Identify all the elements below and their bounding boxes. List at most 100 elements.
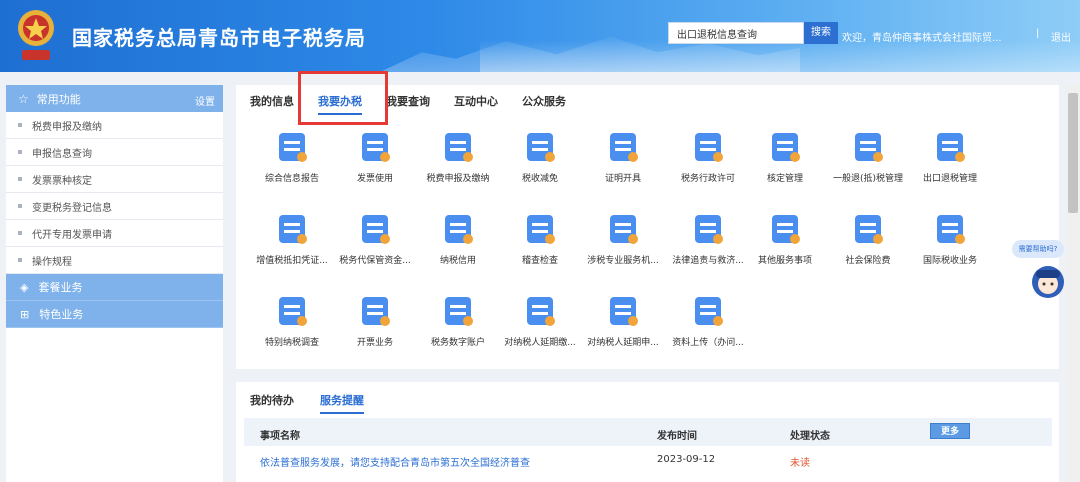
function-tile-label: 开票业务 [356, 338, 393, 348]
bullet-icon [18, 123, 22, 127]
more-button[interactable]: 更多 [930, 423, 970, 439]
function-tile[interactable]: 税费申报及缴纳 [416, 129, 500, 184]
function-tile-label: 出口退税管理 [922, 174, 977, 184]
sidebar-item[interactable]: 税费申报及缴纳 [6, 112, 223, 139]
function-tile-label: 国际税收业务 [922, 256, 977, 266]
grid-icon: ⊞ [20, 307, 30, 321]
globe-icon [937, 215, 965, 244]
license-icon [695, 133, 723, 162]
function-tile[interactable]: 稽查检查 [498, 211, 582, 266]
function-tile-label: 对纳税人延期申... [587, 338, 659, 348]
row-date: 2023-09-12 [657, 454, 716, 465]
sidebar-group-package[interactable]: ◈ 套餐业务 [6, 274, 223, 301]
scrollbar-thumb[interactable] [1068, 93, 1078, 213]
function-tile-label: 增值税抵扣凭证... [256, 256, 328, 266]
row-status: 未读 [790, 458, 810, 469]
assistant-avatar-icon[interactable] [1030, 264, 1066, 300]
column-header-name: 事项名称 [260, 431, 300, 442]
sidebar-item[interactable]: 变更税务登记信息 [6, 193, 223, 220]
function-tile-label: 纳税信用 [439, 256, 476, 266]
help-badge[interactable]: 需要帮助吗? [1012, 240, 1064, 258]
tab-query[interactable]: 我要查询 [386, 93, 430, 115]
row-title-link[interactable]: 依法普查服务发展，请您支持配合青岛市第五次全国经济普查 [260, 454, 530, 469]
export-refund-icon [937, 133, 965, 162]
function-tile[interactable]: 对纳税人延期缴... [498, 293, 582, 348]
function-tile[interactable]: 税务数字账户 [416, 293, 500, 348]
blocks-icon [772, 215, 800, 244]
briefcase-icon [610, 215, 638, 244]
sidebar-item-label: 操作规程 [32, 256, 72, 268]
bullet-icon [18, 231, 22, 235]
invoice-icon [362, 133, 390, 162]
function-tile[interactable]: 法律追责与救济... [666, 211, 750, 266]
function-tile[interactable]: 增值税抵扣凭证... [250, 211, 334, 266]
header-separator: | [1036, 28, 1040, 39]
function-tile-label: 证明开具 [604, 174, 641, 184]
delay-payment-icon [527, 297, 555, 326]
sidebar-item-label: 税费申报及缴纳 [32, 121, 102, 133]
digital-account-icon [445, 297, 473, 326]
search-input[interactable] [668, 22, 804, 44]
logout-link[interactable]: 退出 [1051, 29, 1071, 44]
sidebar-item[interactable]: 操作规程 [6, 247, 223, 274]
sidebar-item-label: 变更税务登记信息 [32, 202, 112, 214]
function-tile[interactable]: 社会保险费 [826, 211, 910, 266]
function-tile[interactable]: 税收减免 [498, 129, 582, 184]
function-tile[interactable]: 核定管理 [743, 129, 827, 184]
tax-relief-icon [527, 133, 555, 162]
tab-my-info[interactable]: 我的信息 [250, 93, 294, 115]
search-button[interactable]: 搜索 [804, 22, 838, 44]
function-tile[interactable]: 涉税专业服务机... [581, 211, 665, 266]
function-tile-label: 一般退(抵)税管理 [832, 174, 904, 184]
function-tile[interactable]: 开票业务 [333, 293, 417, 348]
function-tile-label: 其他服务事项 [757, 256, 812, 266]
function-tile[interactable]: 特别纳税调查 [250, 293, 334, 348]
function-tile-label: 特别纳税调查 [264, 338, 319, 348]
sidebar-settings-link[interactable]: 设置 [195, 93, 215, 108]
layers-icon: ◈ [20, 280, 29, 294]
tab-my-todo[interactable]: 我的待办 [250, 392, 294, 414]
function-tile-label: 税务行政许可 [680, 174, 735, 184]
delay-declare-icon [610, 297, 638, 326]
scales-icon [695, 215, 723, 244]
function-tile[interactable]: 国际税收业务 [908, 211, 992, 266]
bullet-icon [18, 177, 22, 181]
function-tile-label: 税收减免 [521, 174, 558, 184]
check-board-icon [772, 133, 800, 162]
function-tile[interactable]: 证明开具 [581, 129, 665, 184]
table-row[interactable]: 依法普查服务发展，请您支持配合青岛市第五次全国经济普查 2023-09-12 未… [244, 452, 1052, 470]
function-tile[interactable]: 对纳税人延期申... [581, 293, 665, 348]
function-tile[interactable]: 综合信息报告 [250, 129, 334, 184]
sidebar-item[interactable]: 发票票种核定 [6, 166, 223, 193]
highlight-annotation [298, 71, 388, 125]
tax-emblem-icon [18, 10, 54, 60]
function-tile[interactable]: 纳税信用 [416, 211, 500, 266]
todo-tabs: 我的待办 服务提醒 [250, 392, 390, 414]
function-tile-label: 稽查检查 [521, 256, 558, 266]
function-tile-label: 综合信息报告 [264, 174, 319, 184]
sidebar-item[interactable]: 代开专用发票申请 [6, 220, 223, 247]
handshake-payment-icon [445, 133, 473, 162]
credit-badge-icon [445, 215, 473, 244]
sidebar-group-special[interactable]: ⊞ 特色业务 [6, 301, 223, 328]
function-tile[interactable]: 其他服务事项 [743, 211, 827, 266]
column-header-date: 发布时间 [657, 431, 697, 442]
sidebar-header-label: 常用功能 [36, 92, 81, 106]
upload-doc-icon [695, 297, 723, 326]
edit-doc-icon [279, 297, 307, 326]
function-tile[interactable]: 税务代保管资金... [333, 211, 417, 266]
function-tile[interactable]: 资料上传（办问... [666, 293, 750, 348]
star-icon: ☆ [18, 91, 29, 106]
page-scrollbar[interactable] [1066, 85, 1080, 482]
vat-voucher-icon [279, 215, 307, 244]
sidebar-item[interactable]: 申报信息查询 [6, 139, 223, 166]
function-tile[interactable]: 一般退(抵)税管理 [826, 129, 910, 184]
function-tile-label: 对纳税人延期缴... [504, 338, 576, 348]
function-tile[interactable]: 出口退税管理 [908, 129, 992, 184]
tab-public-service[interactable]: 公众服务 [522, 93, 566, 115]
function-tile[interactable]: 发票使用 [333, 129, 417, 184]
tab-interaction[interactable]: 互动中心 [454, 93, 498, 115]
function-tile[interactable]: 税务行政许可 [666, 129, 750, 184]
tab-service-reminder[interactable]: 服务提醒 [320, 392, 364, 414]
certificate-icon [610, 133, 638, 162]
